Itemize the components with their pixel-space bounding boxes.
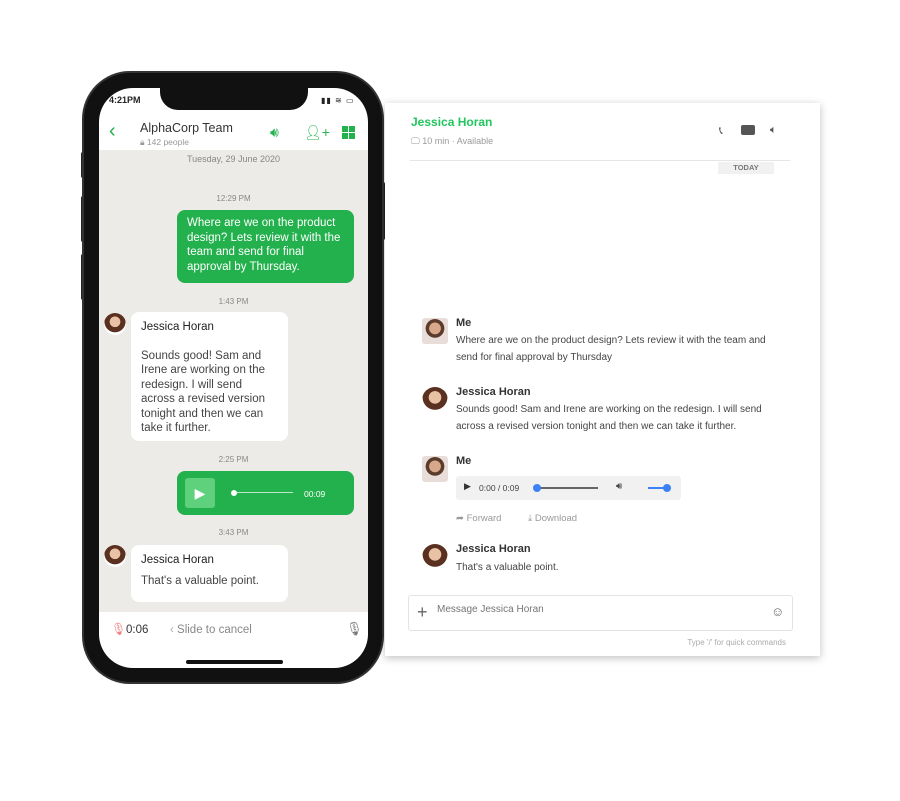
message-text: Where are we on the product design? Lets…: [456, 335, 766, 363]
speaker-icon[interactable]: 🔊︎: [270, 124, 279, 141]
audio-duration: 00:09: [304, 489, 326, 499]
phone-call-icon[interactable]: 📞︎: [719, 125, 723, 138]
monitor-icon: 🖵︎: [411, 136, 420, 146]
audio-message-sent: ▶ 00:09: [177, 471, 354, 515]
download-label: Download: [534, 513, 578, 524]
status-time: 4:21PM: [109, 95, 141, 105]
avatar: [422, 318, 448, 344]
emoji-icon[interactable]: ☺: [771, 604, 784, 619]
audio-track[interactable]: [237, 492, 293, 493]
avatar: [104, 313, 126, 335]
member-count-text: 142 people: [146, 137, 189, 147]
sender-name: Jessica Horan: [141, 554, 214, 566]
message-text: That's a valuable point.: [141, 574, 259, 587]
message-time: 12:29 PM: [216, 194, 251, 203]
play-icon[interactable]: ▶: [185, 478, 215, 508]
audio-scrubber[interactable]: [231, 490, 237, 496]
quick-commands-hint: Type '/' for quick commands: [687, 638, 786, 647]
grid-icon[interactable]: [342, 126, 355, 139]
message-time: 3:43 PM: [218, 528, 249, 537]
sender-name: Me: [456, 455, 472, 467]
notch: [160, 88, 308, 110]
forward-button[interactable]: ➦ Forward: [456, 513, 501, 524]
forward-label: Forward: [466, 513, 502, 524]
date-divider: Tuesday, 29 June 2020: [186, 154, 281, 164]
play-icon[interactable]: ▶: [464, 481, 471, 492]
message-bubble-sent: Where are we on the product design? Lets…: [177, 210, 354, 283]
recording-timer: 0:06: [126, 624, 149, 636]
message-input-box: + ☺: [408, 595, 793, 631]
recording-mic-icon: 🎙︎: [111, 622, 127, 636]
member-count: 🔒︎ 142 people: [140, 137, 189, 148]
message-time: 1:43 PM: [218, 297, 249, 306]
audio-progress-thumb[interactable]: [533, 484, 541, 492]
chat-area: Tuesday, 29 June 2020 12:29 PM Where are…: [99, 150, 368, 612]
home-indicator: [186, 660, 283, 664]
divider: [410, 160, 790, 161]
avatar: [104, 545, 126, 567]
message-bubble-received: Jessica Horan That's a valuable point.: [131, 545, 288, 602]
back-icon[interactable]: ‹: [109, 120, 116, 143]
sender-name: Jessica Horan: [456, 386, 531, 398]
avatar: [422, 456, 448, 482]
sender-name: Me: [456, 317, 472, 329]
availability: Available: [456, 136, 494, 146]
message-time: 2:25 PM: [218, 455, 249, 464]
day-label: TODAY: [718, 162, 774, 174]
avatar: [422, 387, 448, 413]
audio-time: 0:00 / 0:09: [479, 483, 520, 493]
slide-to-cancel[interactable]: ‹ Slide to cancel: [170, 624, 252, 636]
message-text: That's a valuable point.: [456, 562, 559, 573]
download-button[interactable]: ⤓ Download: [528, 513, 577, 524]
sender-name: Jessica Horan: [141, 321, 214, 333]
message-text: Sounds good! Sam and Irene are working o…: [141, 349, 266, 435]
video-call-icon[interactable]: [741, 125, 755, 135]
message-text: Sounds good! Sam and Irene are working o…: [456, 404, 762, 432]
volume-thumb[interactable]: [663, 484, 671, 492]
volume-icon[interactable]: 🔈︎: [770, 124, 777, 137]
message-input[interactable]: [437, 604, 757, 615]
volume-icon[interactable]: 🔊︎: [616, 481, 622, 492]
contact-name: Jessica Horan: [411, 115, 493, 129]
status-icons: ▮▮ ≋ ▭: [321, 96, 355, 105]
chat-panel: Jessica Horan 🖵︎ 10 min · Available 📞︎ 🔈…: [385, 103, 820, 656]
audio-progress[interactable]: [536, 487, 598, 489]
group-title: AlphaCorp Team: [140, 121, 233, 135]
lock-icon: 🔒︎: [140, 137, 145, 147]
audio-player: ▶ 0:00 / 0:09 🔊︎: [456, 476, 681, 500]
avatar: [422, 544, 448, 570]
phone-screen: 4:21PM ▮▮ ≋ ▭ ‹ AlphaCorp Team 🔒︎ 142 pe…: [99, 88, 368, 668]
add-icon[interactable]: +: [417, 602, 428, 623]
add-user-icon[interactable]: 👤︎+: [304, 124, 330, 141]
message-bubble-received: Jessica Horan Sounds good! Sam and Irene…: [131, 312, 288, 441]
mic-icon[interactable]: 🎙︎: [346, 621, 363, 637]
contact-status: 🖵︎ 10 min · Available: [411, 136, 494, 146]
sender-name: Jessica Horan: [456, 543, 531, 555]
slide-to-cancel-label: Slide to cancel: [177, 624, 252, 636]
device-time: 10 min: [422, 136, 450, 146]
